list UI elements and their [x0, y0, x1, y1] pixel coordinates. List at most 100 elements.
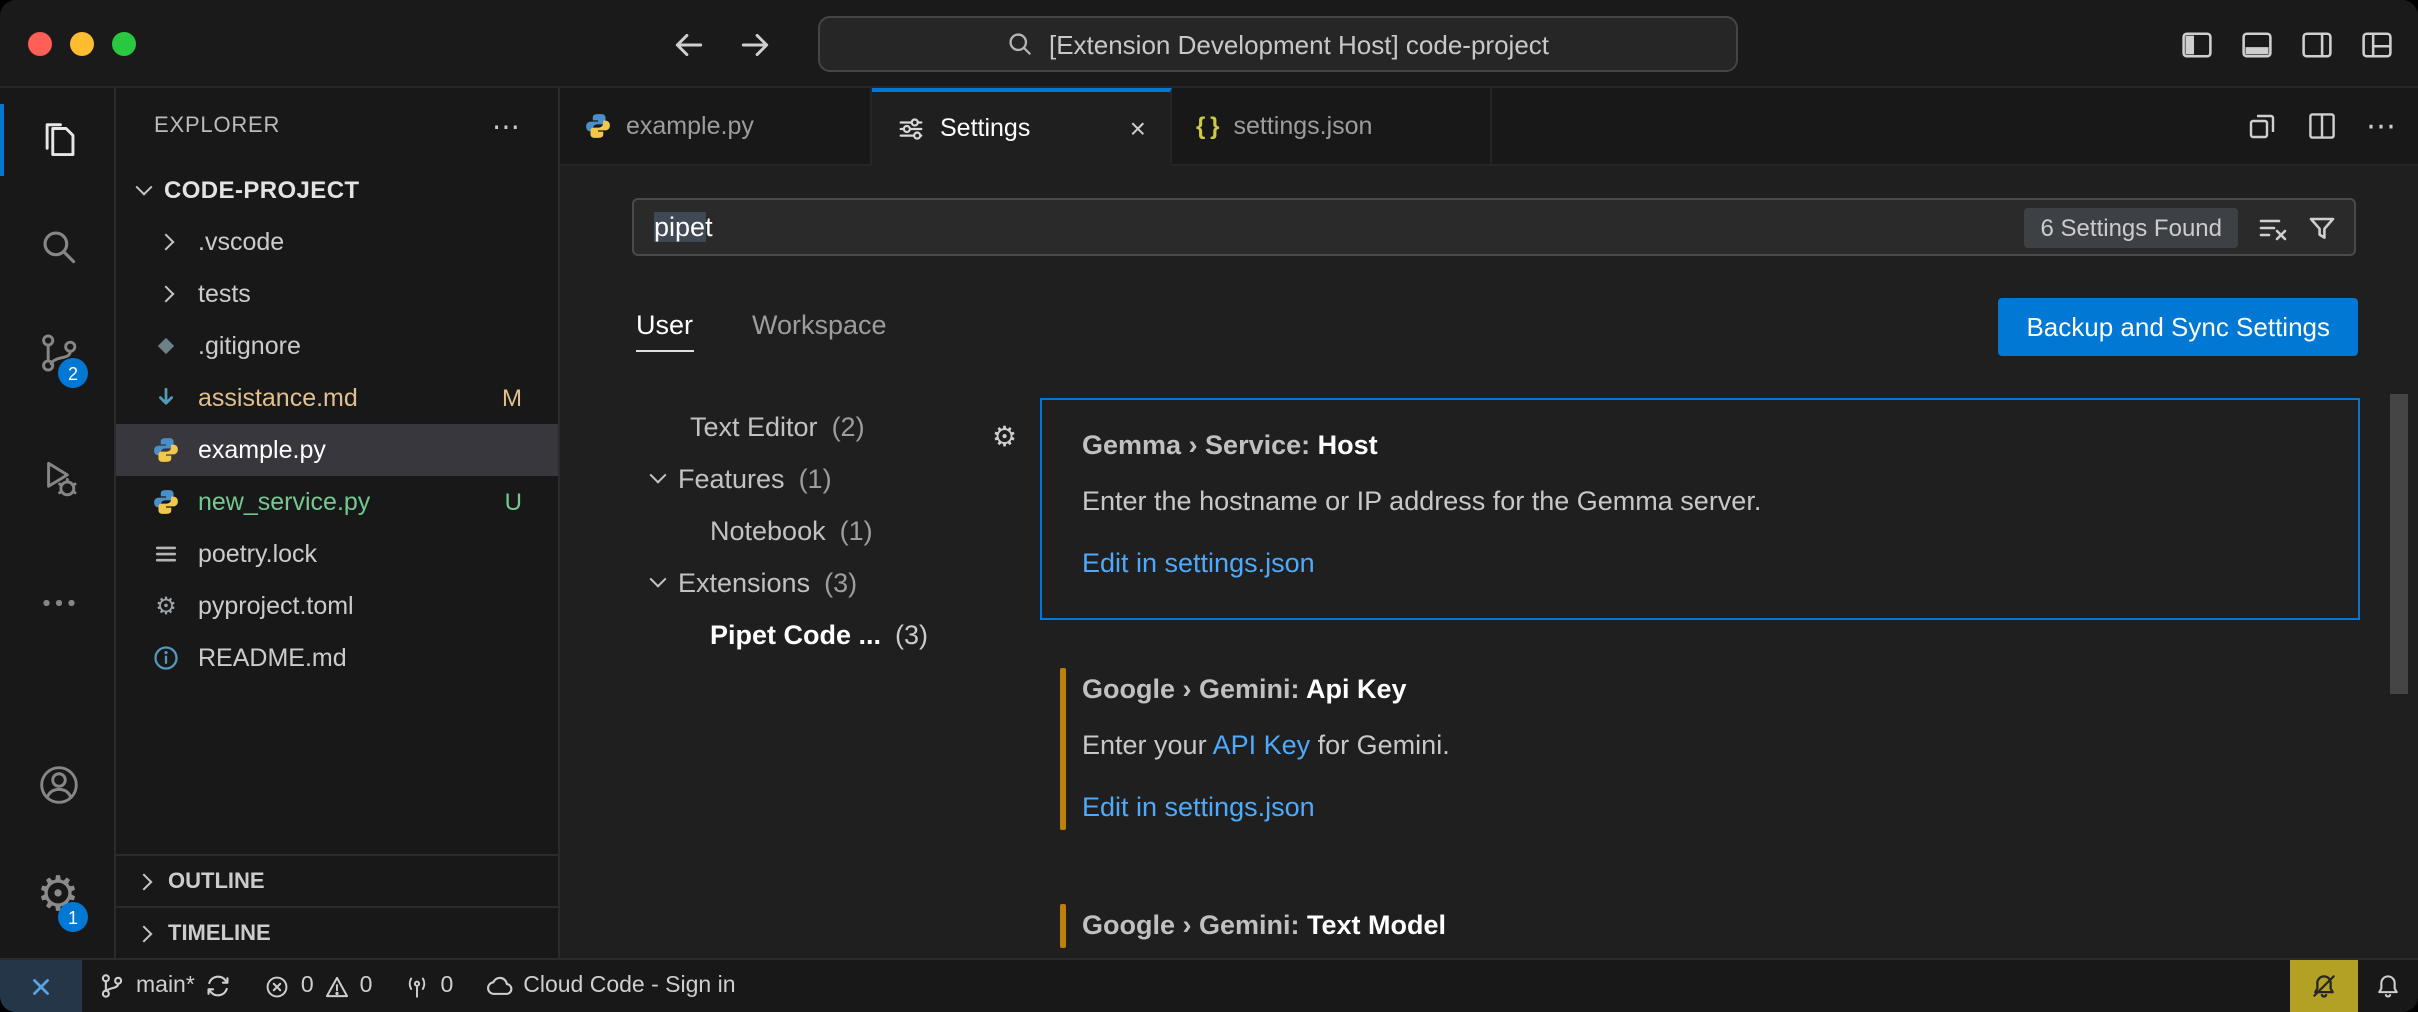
problems-status[interactable]: 0 0 — [249, 960, 389, 1012]
outline-section-header[interactable]: OUTLINE — [116, 854, 558, 906]
sidebar-header: EXPLORER ⋯ — [116, 88, 558, 164]
toc-item-text-editor[interactable]: Text Editor (2) — [560, 400, 1020, 452]
accounts-icon[interactable] — [22, 748, 94, 820]
editor-tab-bar: example.py Settings × { } settings.json — [560, 88, 2418, 166]
settings-scrollbar[interactable] — [2390, 394, 2408, 694]
toc-item-features[interactable]: Features (1) — [560, 452, 1020, 504]
modified-indicator — [1060, 904, 1066, 948]
search-view-icon[interactable] — [22, 210, 94, 282]
setting-gemma-service-host[interactable]: Gemma › Service: Host Enter the hostname… — [1040, 398, 2360, 620]
tree-item-pyproject-toml[interactable]: ⚙ pyproject.toml — [116, 580, 558, 632]
settings-editor: pipet 6 Settings Found User Workspace Ba… — [560, 166, 2418, 958]
more-actions-icon[interactable]: ⋯ — [2366, 111, 2398, 141]
customize-layout-icon[interactable] — [2360, 27, 2394, 61]
titlebar: [Extension Development Host] code-projec… — [0, 0, 2418, 88]
do-not-disturb-status[interactable] — [2290, 960, 2358, 1012]
manage-badge: 1 — [58, 902, 88, 932]
vscode-window: [Extension Development Host] code-projec… — [0, 0, 2418, 1012]
minimize-window-button[interactable] — [70, 32, 94, 56]
run-debug-view-icon[interactable] — [22, 442, 94, 514]
forward-icon[interactable] — [738, 27, 772, 61]
setting-description: Enter the hostname or IP address for the… — [1082, 482, 2326, 520]
api-key-link[interactable]: API Key — [1213, 730, 1311, 760]
settings-sliders-icon — [896, 113, 926, 143]
tree-item-example-py[interactable]: example.py — [116, 424, 558, 476]
setting-google-gemini-api-key[interactable]: Google › Gemini: Api Key Enter your API … — [1040, 642, 2360, 864]
git-branch-icon — [98, 972, 126, 1000]
split-editor-icon[interactable] — [2306, 110, 2338, 142]
scope-tab-workspace[interactable]: Workspace — [752, 298, 887, 352]
tree-item-gitignore[interactable]: .gitignore — [116, 320, 558, 372]
close-tab-icon[interactable]: × — [1130, 114, 1146, 142]
chevron-down-icon[interactable] — [128, 184, 160, 196]
chevron-down-icon[interactable] — [642, 576, 674, 588]
git-file-icon — [150, 332, 182, 360]
editor-group: example.py Settings × { } settings.json — [560, 88, 2418, 958]
setting-title: Google › Gemini: Api Key — [1082, 670, 2326, 708]
ports-status[interactable]: 0 — [388, 960, 469, 1012]
explorer-sidebar: EXPLORER ⋯ CODE-PROJECT .vscode tests .g… — [116, 88, 560, 958]
errors-icon — [265, 973, 291, 999]
activity-bar: 2 ⚙ 1 — [0, 88, 116, 958]
edit-in-settings-json-link[interactable]: Edit in settings.json — [1082, 788, 1315, 826]
toggle-panel-icon[interactable] — [2240, 27, 2274, 61]
open-changes-icon[interactable] — [2246, 110, 2278, 142]
modified-indicator — [1060, 668, 1066, 830]
tree-item-readme-md[interactable]: README.md — [116, 632, 558, 684]
active-view-indicator — [0, 104, 4, 176]
setting-actions-gear-icon[interactable]: ⚙ — [992, 420, 1017, 454]
markdown-file-icon — [150, 384, 182, 412]
more-views-icon[interactable] — [22, 566, 94, 638]
tab-settings[interactable]: Settings × — [872, 88, 1172, 166]
chevron-right-icon[interactable] — [150, 236, 182, 248]
python-file-icon — [584, 112, 612, 140]
cloud-code-status[interactable]: Cloud Code - Sign in — [469, 960, 751, 1012]
source-control-view-icon[interactable]: 2 — [22, 316, 94, 388]
scope-tab-user[interactable]: User — [636, 298, 693, 352]
chevron-right-icon[interactable] — [150, 288, 182, 300]
command-center-search[interactable]: [Extension Development Host] code-projec… — [818, 16, 1738, 72]
toggle-primary-sidebar-icon[interactable] — [2180, 27, 2214, 61]
status-bar: main* 0 0 0 Cloud Code - Sign in — [0, 958, 2418, 1012]
sidebar-sections: OUTLINE TIMELINE — [116, 854, 558, 958]
list-file-icon — [150, 540, 182, 568]
explorer-view-icon[interactable] — [22, 104, 94, 176]
python-file-icon — [150, 488, 182, 516]
tab-settings-json[interactable]: { } settings.json — [1172, 88, 1492, 164]
setting-google-gemini-text-model[interactable]: Google › Gemini: Text Model — [1040, 878, 2360, 958]
explorer-more-actions-icon[interactable]: ⋯ — [492, 109, 522, 143]
scm-changes-badge: 2 — [58, 358, 88, 388]
close-window-button[interactable] — [28, 32, 52, 56]
tree-root-code-project[interactable]: CODE-PROJECT — [116, 164, 558, 216]
tree-item-poetry-lock[interactable]: poetry.lock — [116, 528, 558, 580]
toc-item-notebook[interactable]: Notebook (1) — [560, 504, 1020, 556]
chevron-down-icon[interactable] — [642, 472, 674, 484]
git-branch-status[interactable]: main* — [82, 960, 249, 1012]
git-status-badge: U — [505, 488, 522, 516]
tab-example-py[interactable]: example.py — [560, 88, 872, 164]
tree-item-new-service-py[interactable]: new_service.py U — [116, 476, 558, 528]
toggle-secondary-sidebar-icon[interactable] — [2300, 27, 2334, 61]
tree-item-assistance-md[interactable]: assistance.md M — [116, 372, 558, 424]
manage-gear-icon[interactable]: ⚙ 1 — [22, 860, 94, 932]
edit-in-settings-json-link[interactable]: Edit in settings.json — [1082, 544, 1315, 582]
remote-indicator[interactable] — [0, 960, 82, 1012]
layout-controls — [2180, 0, 2394, 88]
tree-item-vscode[interactable]: .vscode — [116, 216, 558, 268]
timeline-section-header[interactable]: TIMELINE — [116, 906, 558, 958]
status-bar-right — [2290, 960, 2418, 1012]
zoom-window-button[interactable] — [112, 32, 136, 56]
git-status-badge: M — [502, 384, 522, 412]
json-file-icon: { } — [1196, 112, 1220, 140]
back-icon[interactable] — [672, 27, 706, 61]
sidebar-title: EXPLORER — [154, 114, 280, 138]
toc-item-pipet-code[interactable]: Pipet Code ... (3) — [560, 608, 1020, 660]
setting-description: Enter your API Key for Gemini. — [1082, 726, 2326, 764]
notifications-status[interactable] — [2358, 960, 2418, 1012]
settings-toc: Text Editor (2) Features (1) Notebook (1… — [560, 400, 1020, 660]
bell-slash-icon — [2310, 972, 2338, 1000]
sync-icon — [205, 972, 233, 1000]
editor-actions: ⋯ — [2246, 88, 2398, 164]
tree-item-tests[interactable]: tests — [116, 268, 558, 320]
toc-item-extensions[interactable]: Extensions (3) — [560, 556, 1020, 608]
